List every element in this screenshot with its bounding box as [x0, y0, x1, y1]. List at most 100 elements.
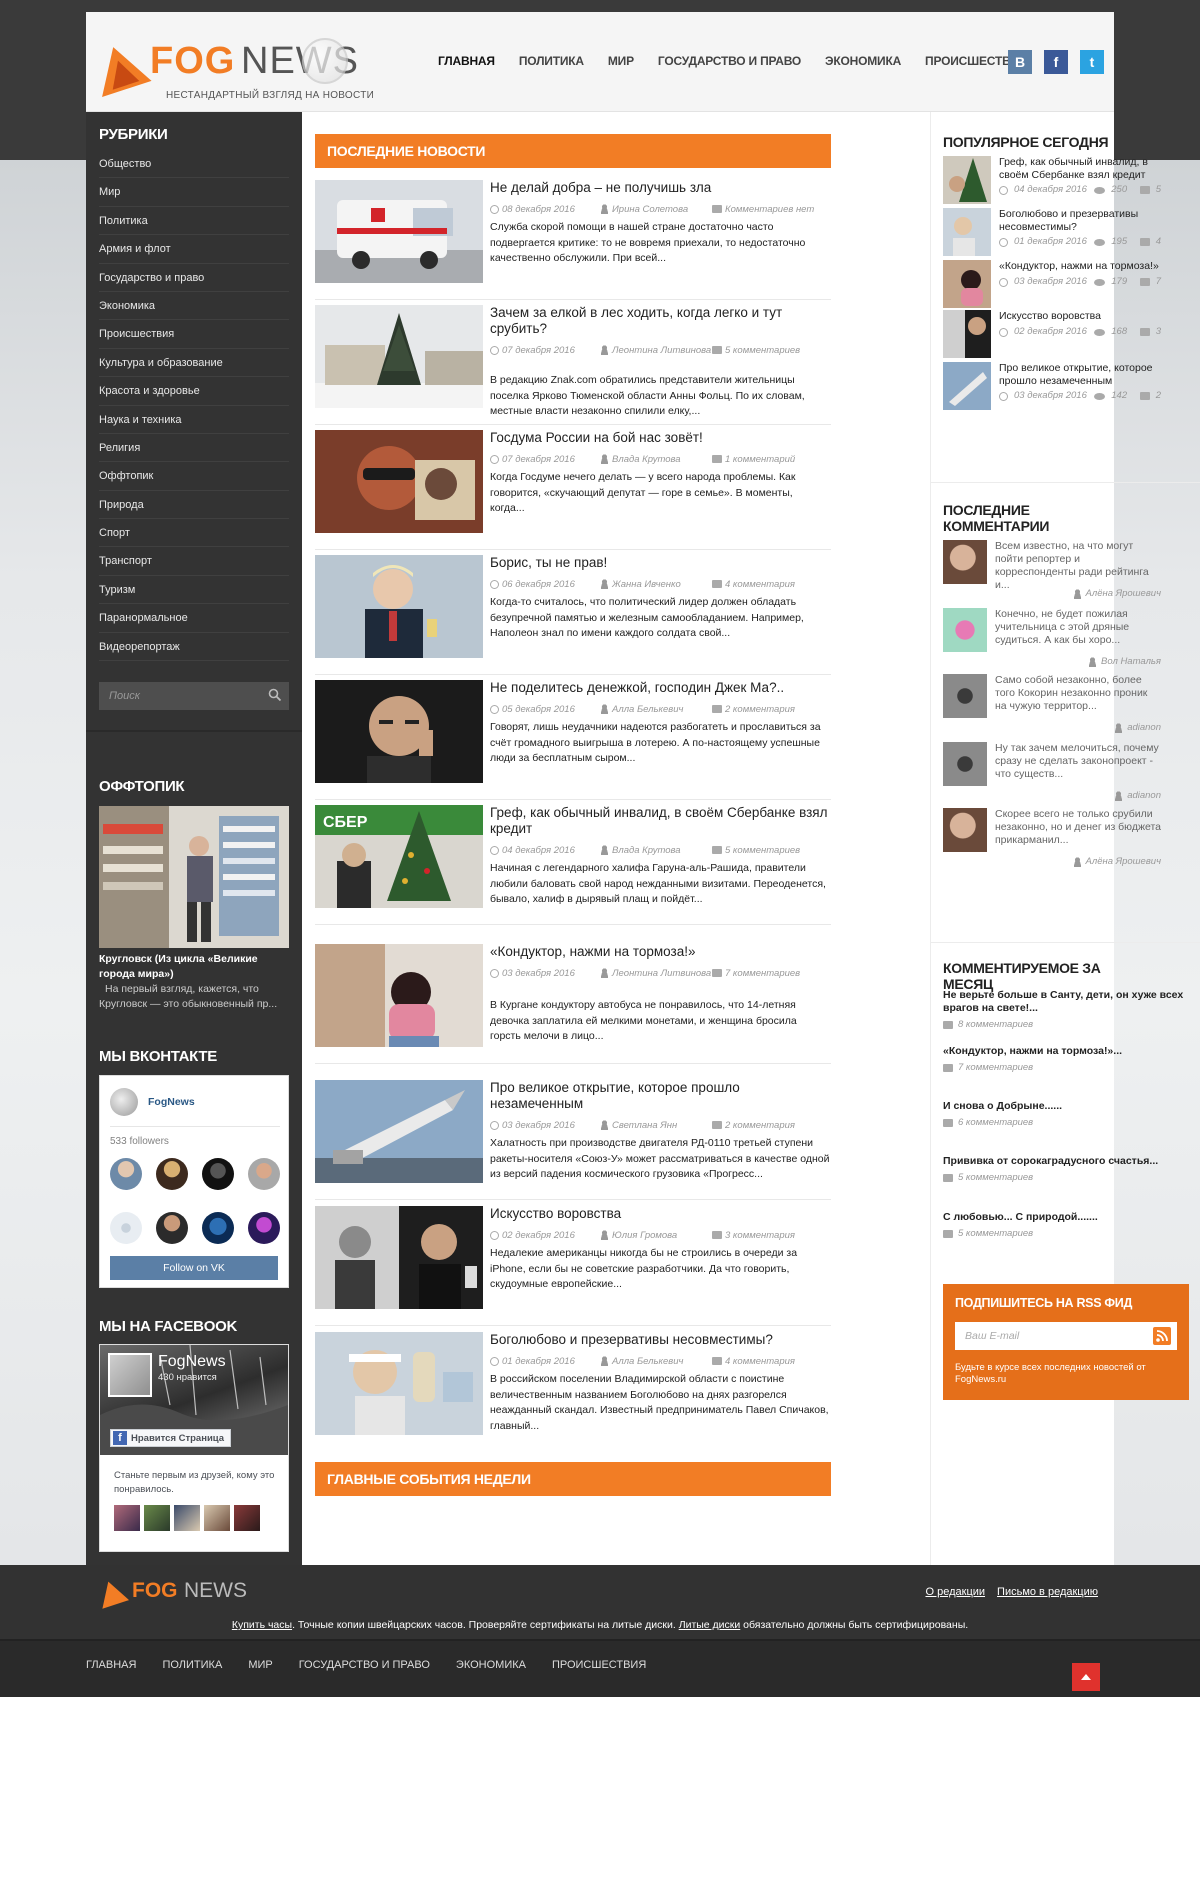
nav-item-main[interactable]: ГЛАВНАЯ	[426, 54, 507, 68]
rubric-item[interactable]: Наука и техника	[99, 406, 289, 434]
commenter-avatar[interactable]	[943, 674, 987, 718]
vk-follower-avatar[interactable]	[202, 1212, 234, 1244]
article-thumbnail[interactable]	[315, 1080, 483, 1183]
article-comments[interactable]: 7 комментариев	[712, 968, 830, 979]
article-comments[interactable]: 5 комментариев	[712, 345, 830, 356]
rubric-item[interactable]: Общество	[99, 150, 289, 179]
footer-link-about[interactable]: О редакции	[925, 1586, 985, 1598]
article-thumbnail[interactable]	[315, 430, 483, 533]
rss-email-input[interactable]: Ваш E-mail	[955, 1322, 1177, 1350]
vk-follower-avatar[interactable]	[248, 1212, 280, 1244]
rubric-item[interactable]: Видеорепортаж	[99, 633, 289, 662]
vk-follower-avatar[interactable]	[110, 1158, 142, 1190]
rubric-item[interactable]: Экономика	[99, 292, 289, 321]
article-comments[interactable]: 5 комментариев	[712, 845, 830, 856]
rss-icon[interactable]	[1153, 1327, 1171, 1345]
article-title[interactable]: Борис, ты не прав!	[490, 555, 830, 571]
vk-follower-avatar[interactable]	[202, 1158, 234, 1190]
article-title[interactable]: Греф, как обычный инвалид, в своём Сберб…	[490, 805, 830, 837]
rubric-item[interactable]: Красота и здоровье	[99, 377, 289, 406]
article-title[interactable]: «Кондуктор, нажми на тормоза!»	[490, 944, 830, 960]
article-thumbnail[interactable]	[315, 305, 483, 408]
footer-logo-news[interactable]: NEWS	[184, 1579, 247, 1603]
facebook-friend-avatar[interactable]	[234, 1505, 260, 1531]
facebook-friend-avatar[interactable]	[174, 1505, 200, 1531]
offtopic-caption[interactable]: Кругловск (Из цикла «Великие города мира…	[99, 952, 289, 982]
rubric-item[interactable]: Государство и право	[99, 264, 289, 292]
article-comments[interactable]: 4 комментария	[712, 1356, 830, 1367]
facebook-page-name[interactable]: FogNews	[158, 1353, 226, 1371]
comment-author[interactable]: Алёна Ярошевич	[1072, 588, 1161, 599]
rubric-item[interactable]: Религия	[99, 434, 289, 463]
article-thumbnail[interactable]	[315, 555, 483, 658]
nav-item-world[interactable]: МИР	[596, 54, 646, 68]
article-thumbnail[interactable]	[315, 180, 483, 283]
article-author[interactable]: Леонтина Литвинова	[600, 345, 712, 356]
search-icon[interactable]	[268, 688, 282, 702]
article-thumbnail[interactable]: СБЕР	[315, 805, 483, 908]
article-title[interactable]: Боголюбово и презервативы несовместимы?	[490, 1332, 830, 1348]
rubric-item[interactable]: Армия и флот	[99, 235, 289, 264]
article-comments[interactable]: 2 комментария	[712, 704, 830, 715]
facebook-icon[interactable]: f	[1044, 50, 1068, 74]
article-title[interactable]: Госдума России на бой нас зовёт!	[490, 430, 830, 446]
comment-author[interactable]: adianon	[1114, 790, 1161, 801]
article-title[interactable]: Искусство воровства	[490, 1206, 830, 1222]
comment-author[interactable]: adianon	[1114, 722, 1161, 733]
nav-item-state-law[interactable]: ГОСУДАРСТВО И ПРАВО	[646, 54, 813, 68]
most-commented-title[interactable]: И снова о Добрыне......	[943, 1100, 1195, 1113]
vk-follower-avatar[interactable]	[156, 1158, 188, 1190]
article-author[interactable]: Алла Белькевич	[600, 1356, 712, 1367]
commenter-avatar[interactable]	[943, 742, 987, 786]
footer-nav-politics[interactable]: ПОЛИТИКА	[162, 1659, 248, 1671]
offtopic-image[interactable]	[99, 806, 289, 948]
article-author[interactable]: Леонтина Литвинова	[600, 968, 712, 979]
article-author[interactable]: Влада Крутова	[600, 454, 712, 465]
vk-icon[interactable]: B	[1008, 50, 1032, 74]
popular-title[interactable]: Боголюбово и презервативы несовместимы?	[999, 208, 1161, 234]
nav-item-economy[interactable]: ЭКОНОМИКА	[813, 54, 913, 68]
rubric-item[interactable]: Транспорт	[99, 547, 289, 576]
twitter-icon[interactable]: t	[1080, 50, 1104, 74]
vk-camera-avatar[interactable]	[110, 1212, 142, 1244]
footer-nav-main[interactable]: ГЛАВНАЯ	[86, 1659, 162, 1671]
site-logo[interactable]: FOG NEWS НЕСТАНДАРТНЫЙ ВЗГЛЯД НА НОВОСТИ	[88, 30, 374, 101]
article-comments[interactable]: 1 комментарий	[712, 454, 830, 465]
comment-text[interactable]: Конечно, не будет пожилая учительница с …	[995, 608, 1161, 647]
comment-text[interactable]: Ну так зачем мелочиться, почему сразу не…	[995, 742, 1161, 781]
article-title[interactable]: Не поделитесь денежкой, господин Джек Ма…	[490, 680, 830, 696]
footer-link-letter[interactable]: Письмо в редакцию	[997, 1586, 1098, 1598]
popular-title[interactable]: Искусство воровства	[999, 310, 1161, 323]
footer-nav-world[interactable]: МИР	[248, 1659, 298, 1671]
rubric-item[interactable]: Природа	[99, 491, 289, 520]
rubric-item[interactable]: Культура и образование	[99, 349, 289, 378]
rubric-item[interactable]: Паранормальное	[99, 604, 289, 633]
vk-group-avatar[interactable]	[110, 1088, 138, 1116]
footer-logo-fog[interactable]: FOG	[132, 1579, 178, 1603]
popular-thumbnail[interactable]	[943, 156, 991, 204]
article-author[interactable]: Юлия Громова	[600, 1230, 712, 1241]
facebook-cover[interactable]: FogNews 430 нравится f Нравится Страница	[100, 1345, 288, 1455]
article-author[interactable]: Светлана Янн	[600, 1120, 712, 1131]
commenter-avatar[interactable]	[943, 608, 987, 652]
rubric-item[interactable]: Мир	[99, 178, 289, 207]
article-thumbnail[interactable]	[315, 680, 483, 783]
article-author[interactable]: Жанна Ивченко	[600, 579, 712, 590]
ad-link-watches[interactable]: Купить часы	[232, 1619, 292, 1631]
comment-text[interactable]: Всем известно, на что могут пойти репорт…	[995, 540, 1161, 592]
rubric-item[interactable]: Спорт	[99, 519, 289, 548]
comment-author[interactable]: Вол Наталья	[1088, 656, 1161, 667]
article-thumbnail[interactable]	[315, 1332, 483, 1435]
rubric-item[interactable]: Туризм	[99, 576, 289, 605]
comment-author[interactable]: Алёна Ярошевич	[1072, 856, 1161, 867]
rubric-item[interactable]: Оффтопик	[99, 462, 289, 491]
vk-follow-button[interactable]: Follow on VK	[110, 1256, 278, 1280]
most-commented-title[interactable]: Не верьте больше в Санту, дети, он хуже …	[943, 989, 1195, 1015]
article-comments[interactable]: 4 комментария	[712, 579, 830, 590]
vk-follower-avatar[interactable]	[248, 1158, 280, 1190]
commenter-avatar[interactable]	[943, 540, 987, 584]
vk-group-name[interactable]: FogNews	[148, 1096, 195, 1108]
commenter-avatar[interactable]	[943, 808, 987, 852]
vk-follower-avatar[interactable]	[156, 1212, 188, 1244]
comment-text[interactable]: Скорее всего не только срубили незаконно…	[995, 808, 1161, 847]
